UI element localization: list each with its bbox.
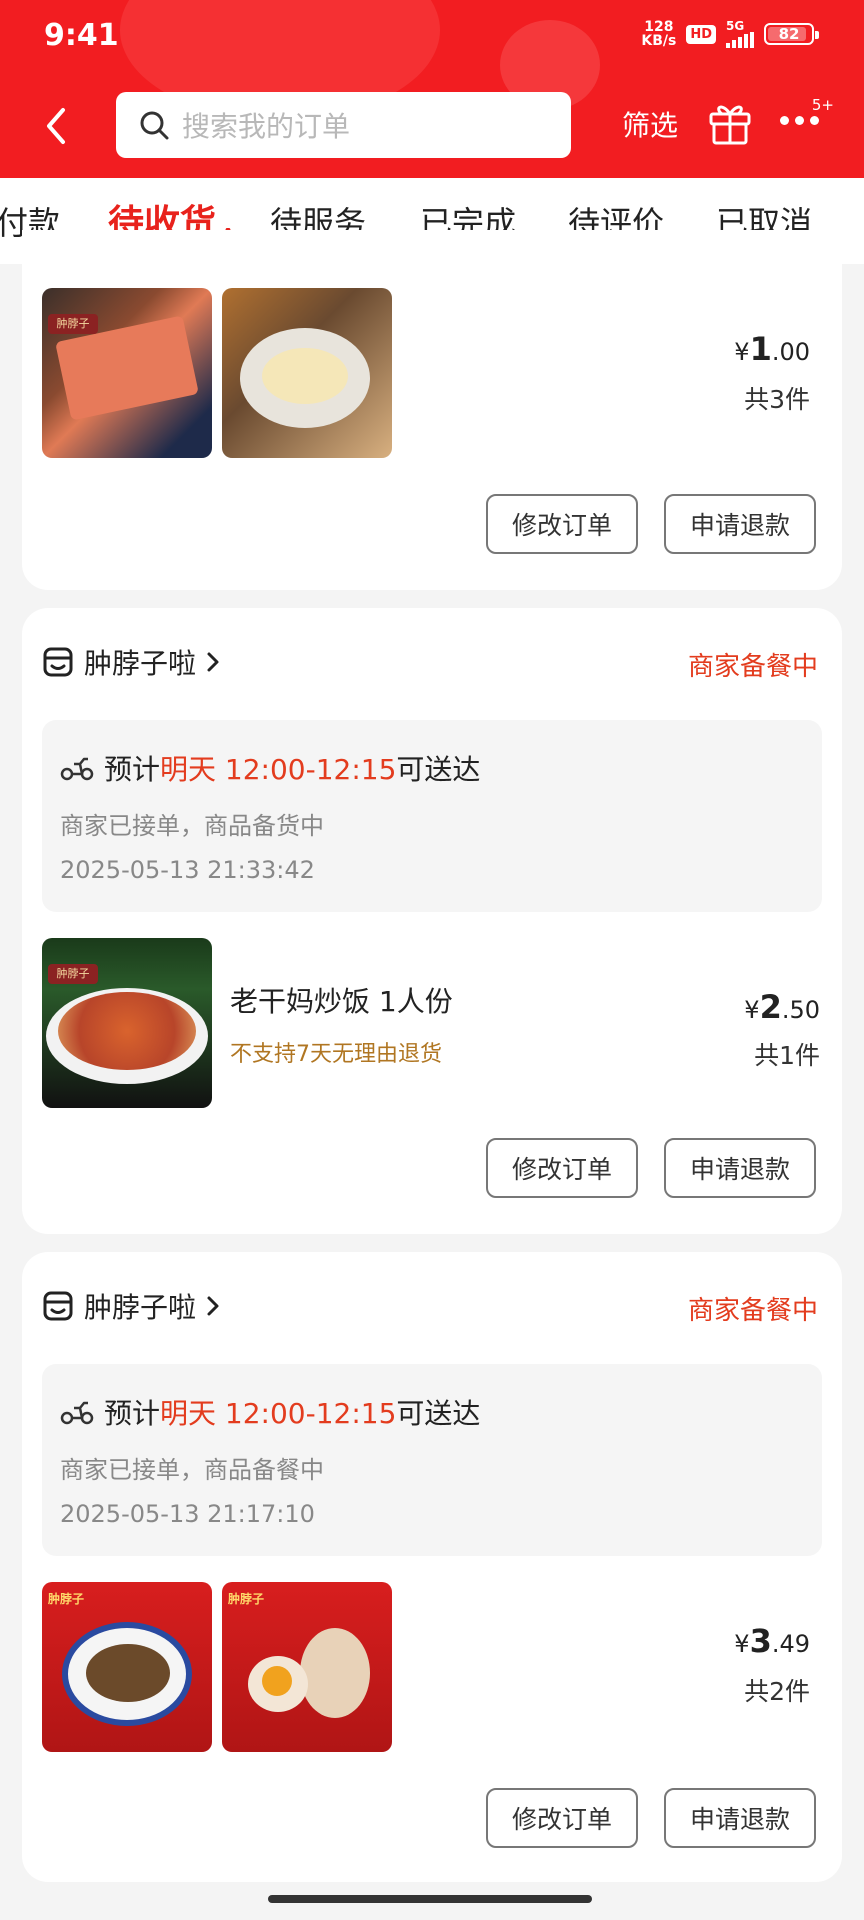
product-image-noodles[interactable]: 肿脖子 (42, 1582, 212, 1752)
search-input[interactable]: 搜索我的订单 (116, 92, 571, 158)
order-item-count: 共2件 (744, 1677, 810, 1706)
notification-badge: 5+ (811, 96, 834, 114)
order-item-count: 共3件 (744, 385, 810, 414)
product-image-luncheon-meat[interactable]: 肿脖子 (42, 288, 212, 458)
filter-button[interactable]: 筛选 (622, 104, 678, 144)
signal-icon: 5G (726, 20, 754, 48)
return-policy-note: 不支持7天无理由退货 (230, 1042, 442, 1067)
shop-name: 肿脖子啦 (84, 1291, 197, 1324)
order-card[interactable]: 肿脖子啦 商家备餐中 预计 明天 12:00-12:15 可送达 商家已接单，商品备… (22, 1252, 842, 1882)
order-price: ¥2.50 (744, 988, 820, 1026)
product-image-fried-rice[interactable]: 肿脖子 (42, 938, 212, 1108)
gift-button[interactable] (708, 100, 752, 146)
modify-order-button[interactable]: 修改订单 (486, 1788, 638, 1848)
delivery-estimate: 预计 明天 12:00-12:15 可送达 (60, 1392, 480, 1432)
request-refund-button[interactable]: 申请退款 (664, 1138, 816, 1198)
scooter-icon (60, 1401, 94, 1425)
header-bar: 9:41 128 KB/s HD 5G 82 搜索我的订单 筛选 5+ (0, 0, 864, 178)
delivery-estimate: 预计 明天 12:00-12:15 可送达 (60, 748, 480, 788)
shop-link[interactable]: 肿脖子啦 (42, 642, 220, 682)
back-button[interactable] (36, 96, 76, 156)
order-price: ¥1.00 (734, 330, 810, 368)
chevron-left-icon (47, 108, 65, 144)
scooter-icon (60, 757, 94, 781)
search-icon (140, 111, 169, 140)
status-icons: 128 KB/s HD 5G 82 (641, 19, 819, 49)
delivery-timestamp: 2025-05-13 21:33:42 (60, 856, 315, 884)
delivery-status-text: 商家已接单，商品备餐中 (60, 1456, 324, 1484)
chevron-right-icon (207, 1296, 219, 1316)
request-refund-button[interactable]: 申请退款 (664, 494, 816, 554)
shop-link[interactable]: 肿脖子啦 (42, 1286, 220, 1326)
clock: 9:41 (44, 18, 119, 53)
store-icon (43, 1291, 73, 1321)
search-placeholder: 搜索我的订单 (182, 110, 351, 143)
store-icon (43, 647, 73, 677)
request-refund-button[interactable]: 申请退款 (664, 1788, 816, 1848)
order-status: 商家备餐中 (687, 652, 818, 682)
delivery-info[interactable]: 预计 明天 12:00-12:15 可送达 商家已接单，商品备货中 2025-05-… (42, 720, 822, 912)
product-image-fried-egg[interactable] (222, 288, 392, 458)
network-speed: 128 KB/s (641, 19, 677, 49)
modify-order-button[interactable]: 修改订单 (486, 1138, 638, 1198)
gift-icon (709, 105, 751, 145)
order-status: 商家备餐中 (687, 1296, 818, 1326)
more-dots-icon (780, 116, 819, 125)
order-item-count: 共1件 (754, 1041, 820, 1070)
shop-name: 肿脖子啦 (84, 647, 197, 680)
delivery-status-text: 商家已接单，商品备货中 (60, 812, 324, 840)
battery-icon: 82 (764, 23, 819, 45)
modify-order-button[interactable]: 修改订单 (486, 494, 638, 554)
product-title[interactable]: 老干妈炒饭 1人份 (230, 980, 453, 1020)
chevron-right-icon (207, 652, 219, 672)
delivery-info[interactable]: 预计 明天 12:00-12:15 可送达 商家已接单，商品备餐中 2025-05-… (42, 1364, 822, 1556)
order-price: ¥3.49 (734, 1622, 810, 1660)
product-image-eggs[interactable]: 肿脖子 (222, 1582, 392, 1752)
delivery-timestamp: 2025-05-13 21:17:10 (60, 1500, 315, 1528)
more-button[interactable]: 5+ (776, 96, 836, 146)
home-indicator[interactable] (268, 1895, 592, 1903)
hd-icon: HD (686, 24, 716, 44)
order-card[interactable]: 肿脖子啦 商家备餐中 预计 明天 12:00-12:15 可送达 商家已接单，商品备… (22, 608, 842, 1234)
status-bar: 9:41 128 KB/s HD 5G 82 (0, 0, 864, 70)
order-card[interactable]: 肿脖子 ¥1.00 共3件 修改订单 申请退款 (22, 230, 842, 590)
